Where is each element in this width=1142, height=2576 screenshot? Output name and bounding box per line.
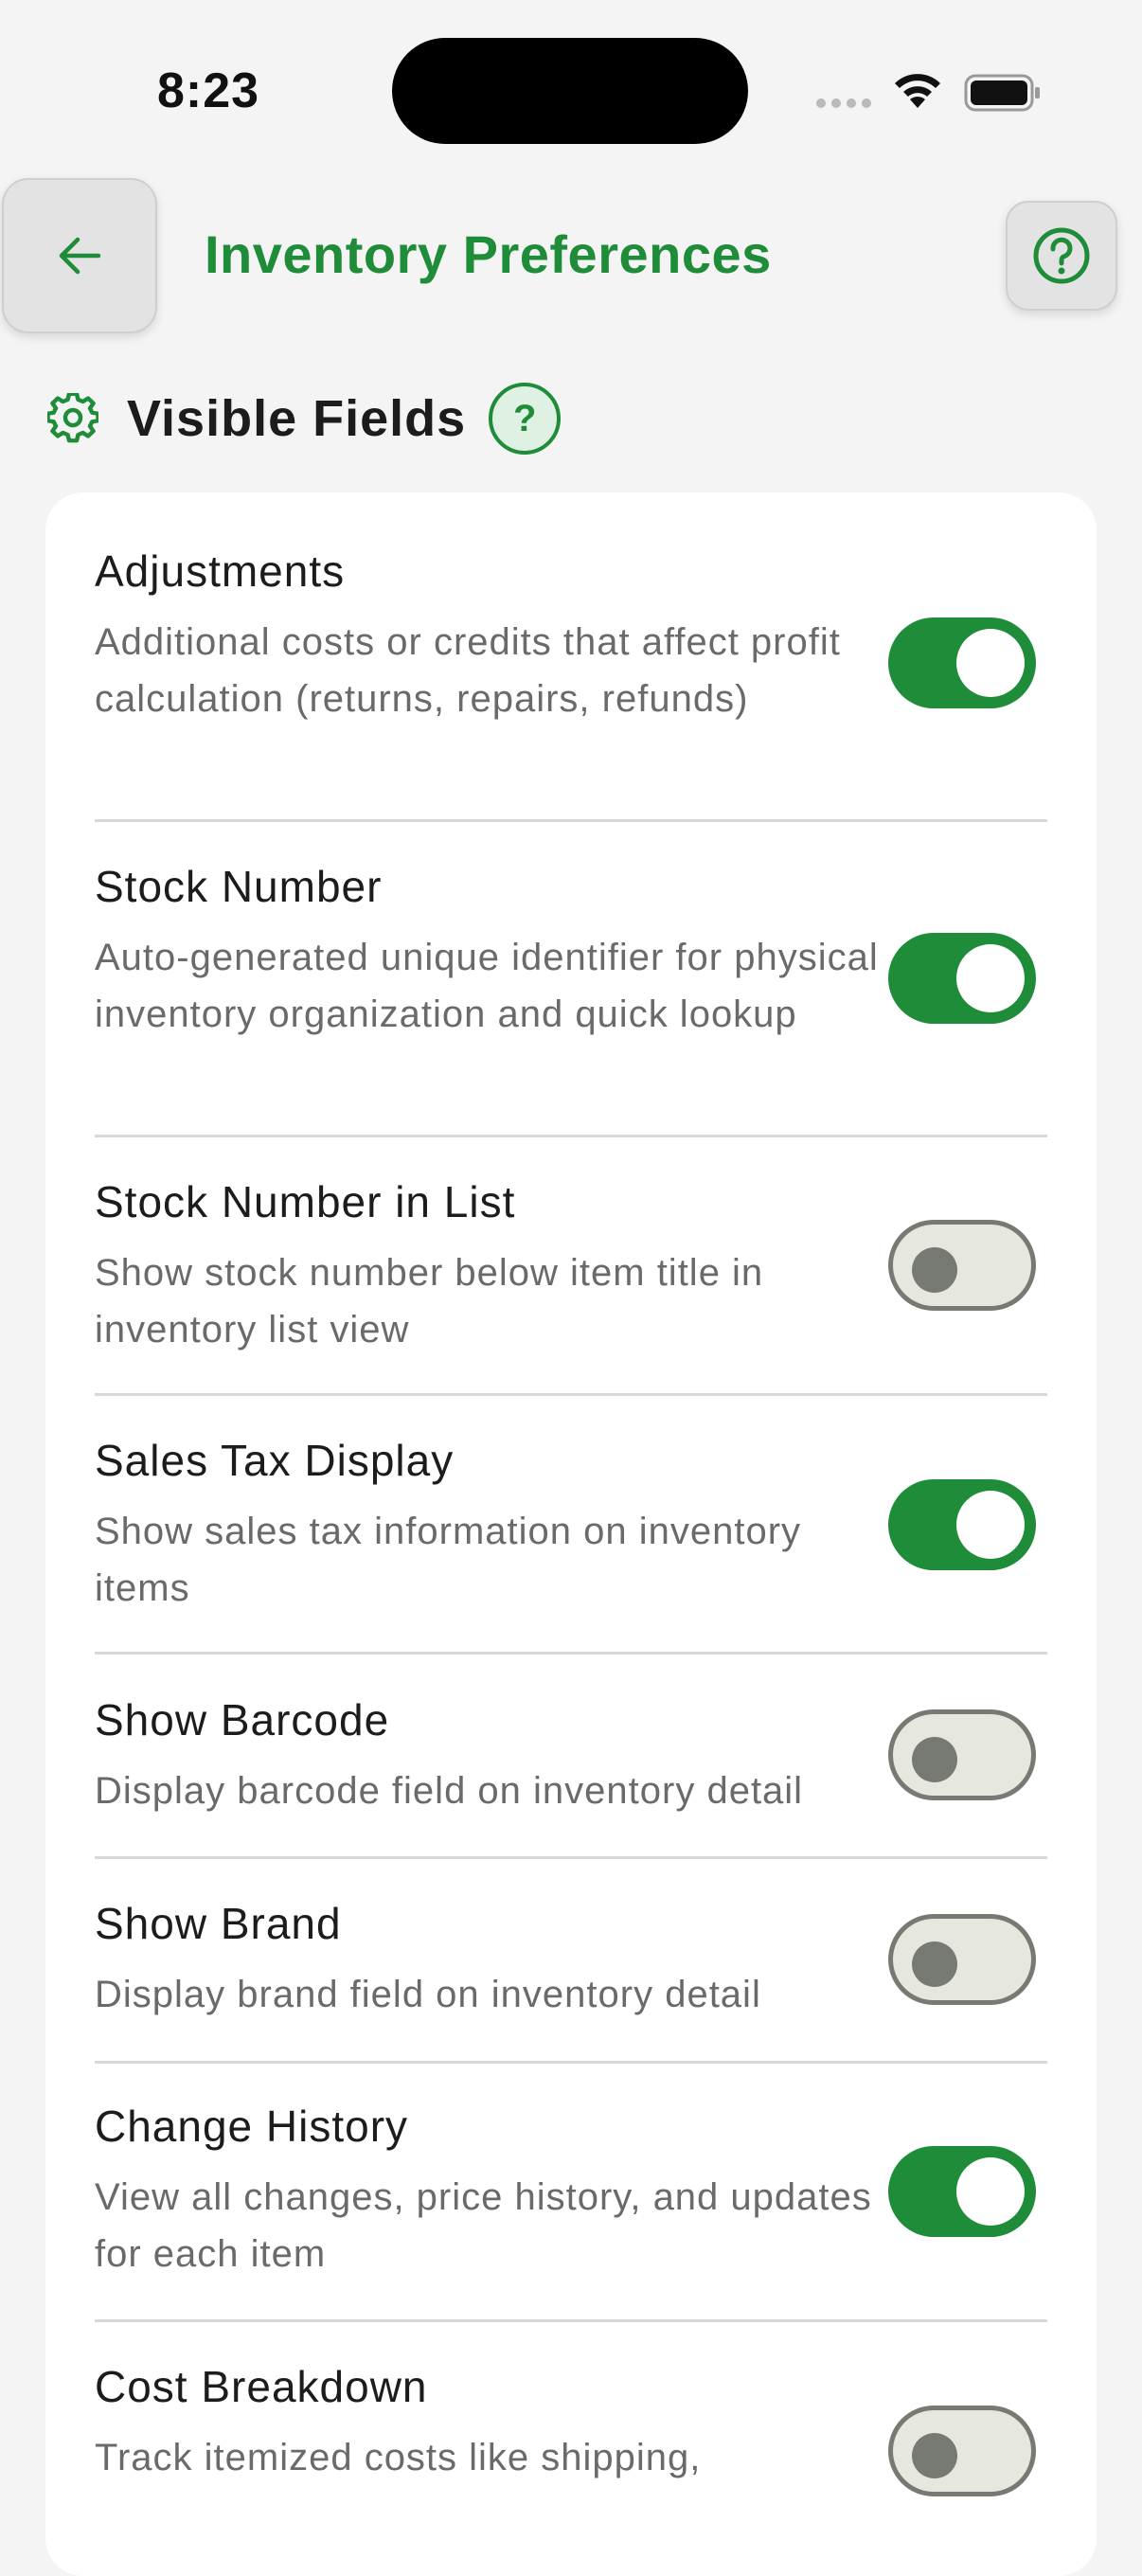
toggle-knob [956, 629, 1025, 697]
setting-title: Stock Number in List [95, 1177, 516, 1226]
setting-title: Sales Tax Display [95, 1436, 455, 1485]
toggle-change-history[interactable] [888, 2146, 1036, 2237]
divider [95, 1135, 1047, 1137]
toggle-knob [912, 2433, 957, 2478]
setting-description: Display brand field on inventory detail [95, 1974, 761, 2015]
divider [95, 1856, 1047, 1859]
toggle-sales-tax-display[interactable] [888, 1479, 1036, 1570]
wifi-icon [895, 74, 940, 108]
divider [95, 819, 1047, 822]
setting-title: Stock Number [95, 862, 383, 911]
setting-title: Adjustments [95, 546, 346, 596]
setting-description: View all changes, price history, and upd… [95, 2176, 872, 2275]
help-button[interactable] [1006, 201, 1117, 311]
divider [95, 2061, 1047, 2064]
section-help-button[interactable]: ? [489, 383, 562, 455]
toggle-knob [912, 1941, 957, 1987]
toggle-knob [956, 944, 1025, 1012]
section-title: Visible Fields [127, 390, 467, 447]
toggle-stock-number[interactable] [888, 933, 1036, 1024]
setting-description: Display barcode field on inventory detai… [95, 1770, 804, 1812]
toggle-adjustments[interactable] [888, 617, 1036, 708]
divider [95, 1393, 1047, 1396]
page-title: Inventory Preferences [205, 224, 772, 284]
battery-icon [964, 74, 1040, 112]
cellular-signal-icon [816, 98, 871, 108]
setting-description: Show stock number below item title in in… [95, 1252, 764, 1351]
section-header: Visible Fields ? [47, 379, 562, 458]
toggle-knob [912, 1247, 957, 1293]
toggle-show-barcode[interactable] [888, 1709, 1036, 1800]
divider [95, 2319, 1047, 2322]
status-time: 8:23 [157, 63, 260, 118]
setting-title: Show Barcode [95, 1695, 390, 1744]
help-circle-icon [1033, 227, 1090, 284]
setting-title: Cost Breakdown [95, 2362, 428, 2411]
divider [95, 1652, 1047, 1655]
toggle-stock-number-in-list[interactable] [888, 1220, 1036, 1311]
arrow-left-icon [59, 237, 101, 275]
setting-title: Change History [95, 2102, 409, 2151]
setting-description: Additional costs or credits that affect … [95, 621, 841, 720]
toggle-knob [912, 1737, 957, 1782]
toggle-knob [956, 2157, 1025, 2226]
setting-description: Show sales tax information on inventory … [95, 1511, 802, 1609]
gear-icon [47, 393, 98, 443]
toggle-knob [956, 1491, 1025, 1559]
setting-description: Track itemized costs like shipping, [95, 2437, 702, 2478]
setting-title: Show Brand [95, 1899, 342, 1948]
dynamic-island [392, 38, 748, 144]
status-bar: 8:23 [0, 0, 1142, 180]
setting-description: Auto-generated unique identifier for phy… [95, 937, 879, 1035]
settings-card: Adjustments Additional costs or credits … [45, 492, 1097, 2576]
back-button[interactable] [2, 178, 157, 333]
toggle-show-brand[interactable] [888, 1914, 1036, 2005]
